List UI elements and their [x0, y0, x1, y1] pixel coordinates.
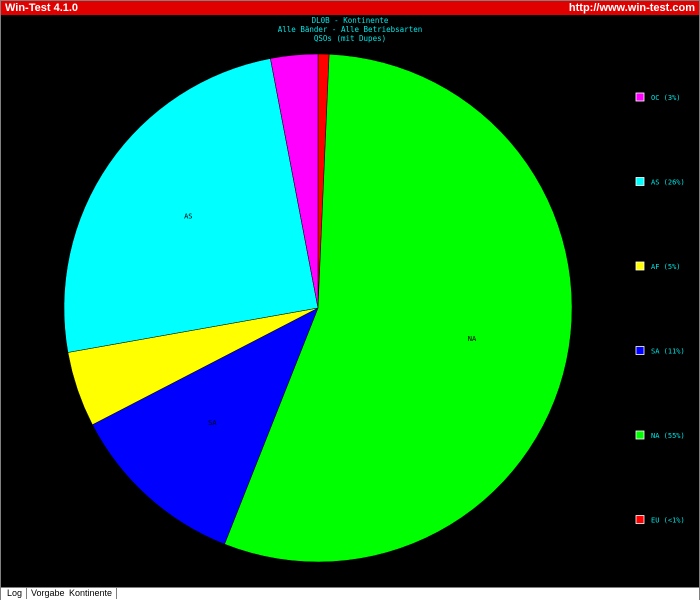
- legend-label-na: NA (55%): [651, 432, 685, 440]
- legend-swatch-na: [635, 430, 645, 440]
- chart-area: DL0B - Kontinente Alle Bänder - Alle Betr…: [1, 15, 699, 587]
- app-title: Win-Test 4.1.0: [5, 2, 79, 14]
- app-window: Win-Test 4.1.0 http://www.win-test.com D…: [0, 0, 700, 600]
- app-url[interactable]: http://www.win-test.com: [569, 1, 695, 15]
- legend-label-sa: SA (11%): [651, 348, 685, 356]
- title-bar[interactable]: Win-Test 4.1.0 http://www.win-test.com: [1, 1, 699, 15]
- legend-label-af: AF (5%): [651, 263, 681, 271]
- legend-label-eu: EU (<1%): [651, 517, 685, 525]
- legend-label-oc: OC (3%): [651, 94, 681, 102]
- legend-swatch-af: [635, 261, 645, 271]
- chart-title-line-3: QSOs (mit Dupes): [314, 34, 386, 43]
- legend-swatch-as: [635, 177, 645, 186]
- pie-chart: DL0B - KontinenteAlle Bänder - Alle Betr…: [63, 16, 685, 563]
- sheet-tab-bar: Log Vorgabe Kontinente: [1, 587, 699, 600]
- legend-swatch-oc: [635, 92, 645, 102]
- pie-label-as: AS: [184, 213, 192, 221]
- tab-log[interactable]: Log: [3, 588, 28, 599]
- tab-kontinente[interactable]: Kontinente: [65, 588, 118, 599]
- tab-vorgabe[interactable]: Vorgabe: [27, 588, 70, 599]
- chart-title-line-1: DL0B - Kontinente: [312, 16, 389, 25]
- legend-label-as: AS (26%): [651, 179, 685, 187]
- chart-title-line-2: Alle Bänder - Alle Betriebsarten: [278, 25, 423, 34]
- pie-label-sa: SA: [208, 419, 217, 427]
- pie-label-na: NA: [468, 335, 477, 343]
- legend-swatch-sa: [635, 346, 645, 355]
- legend-swatch-eu: [635, 515, 645, 524]
